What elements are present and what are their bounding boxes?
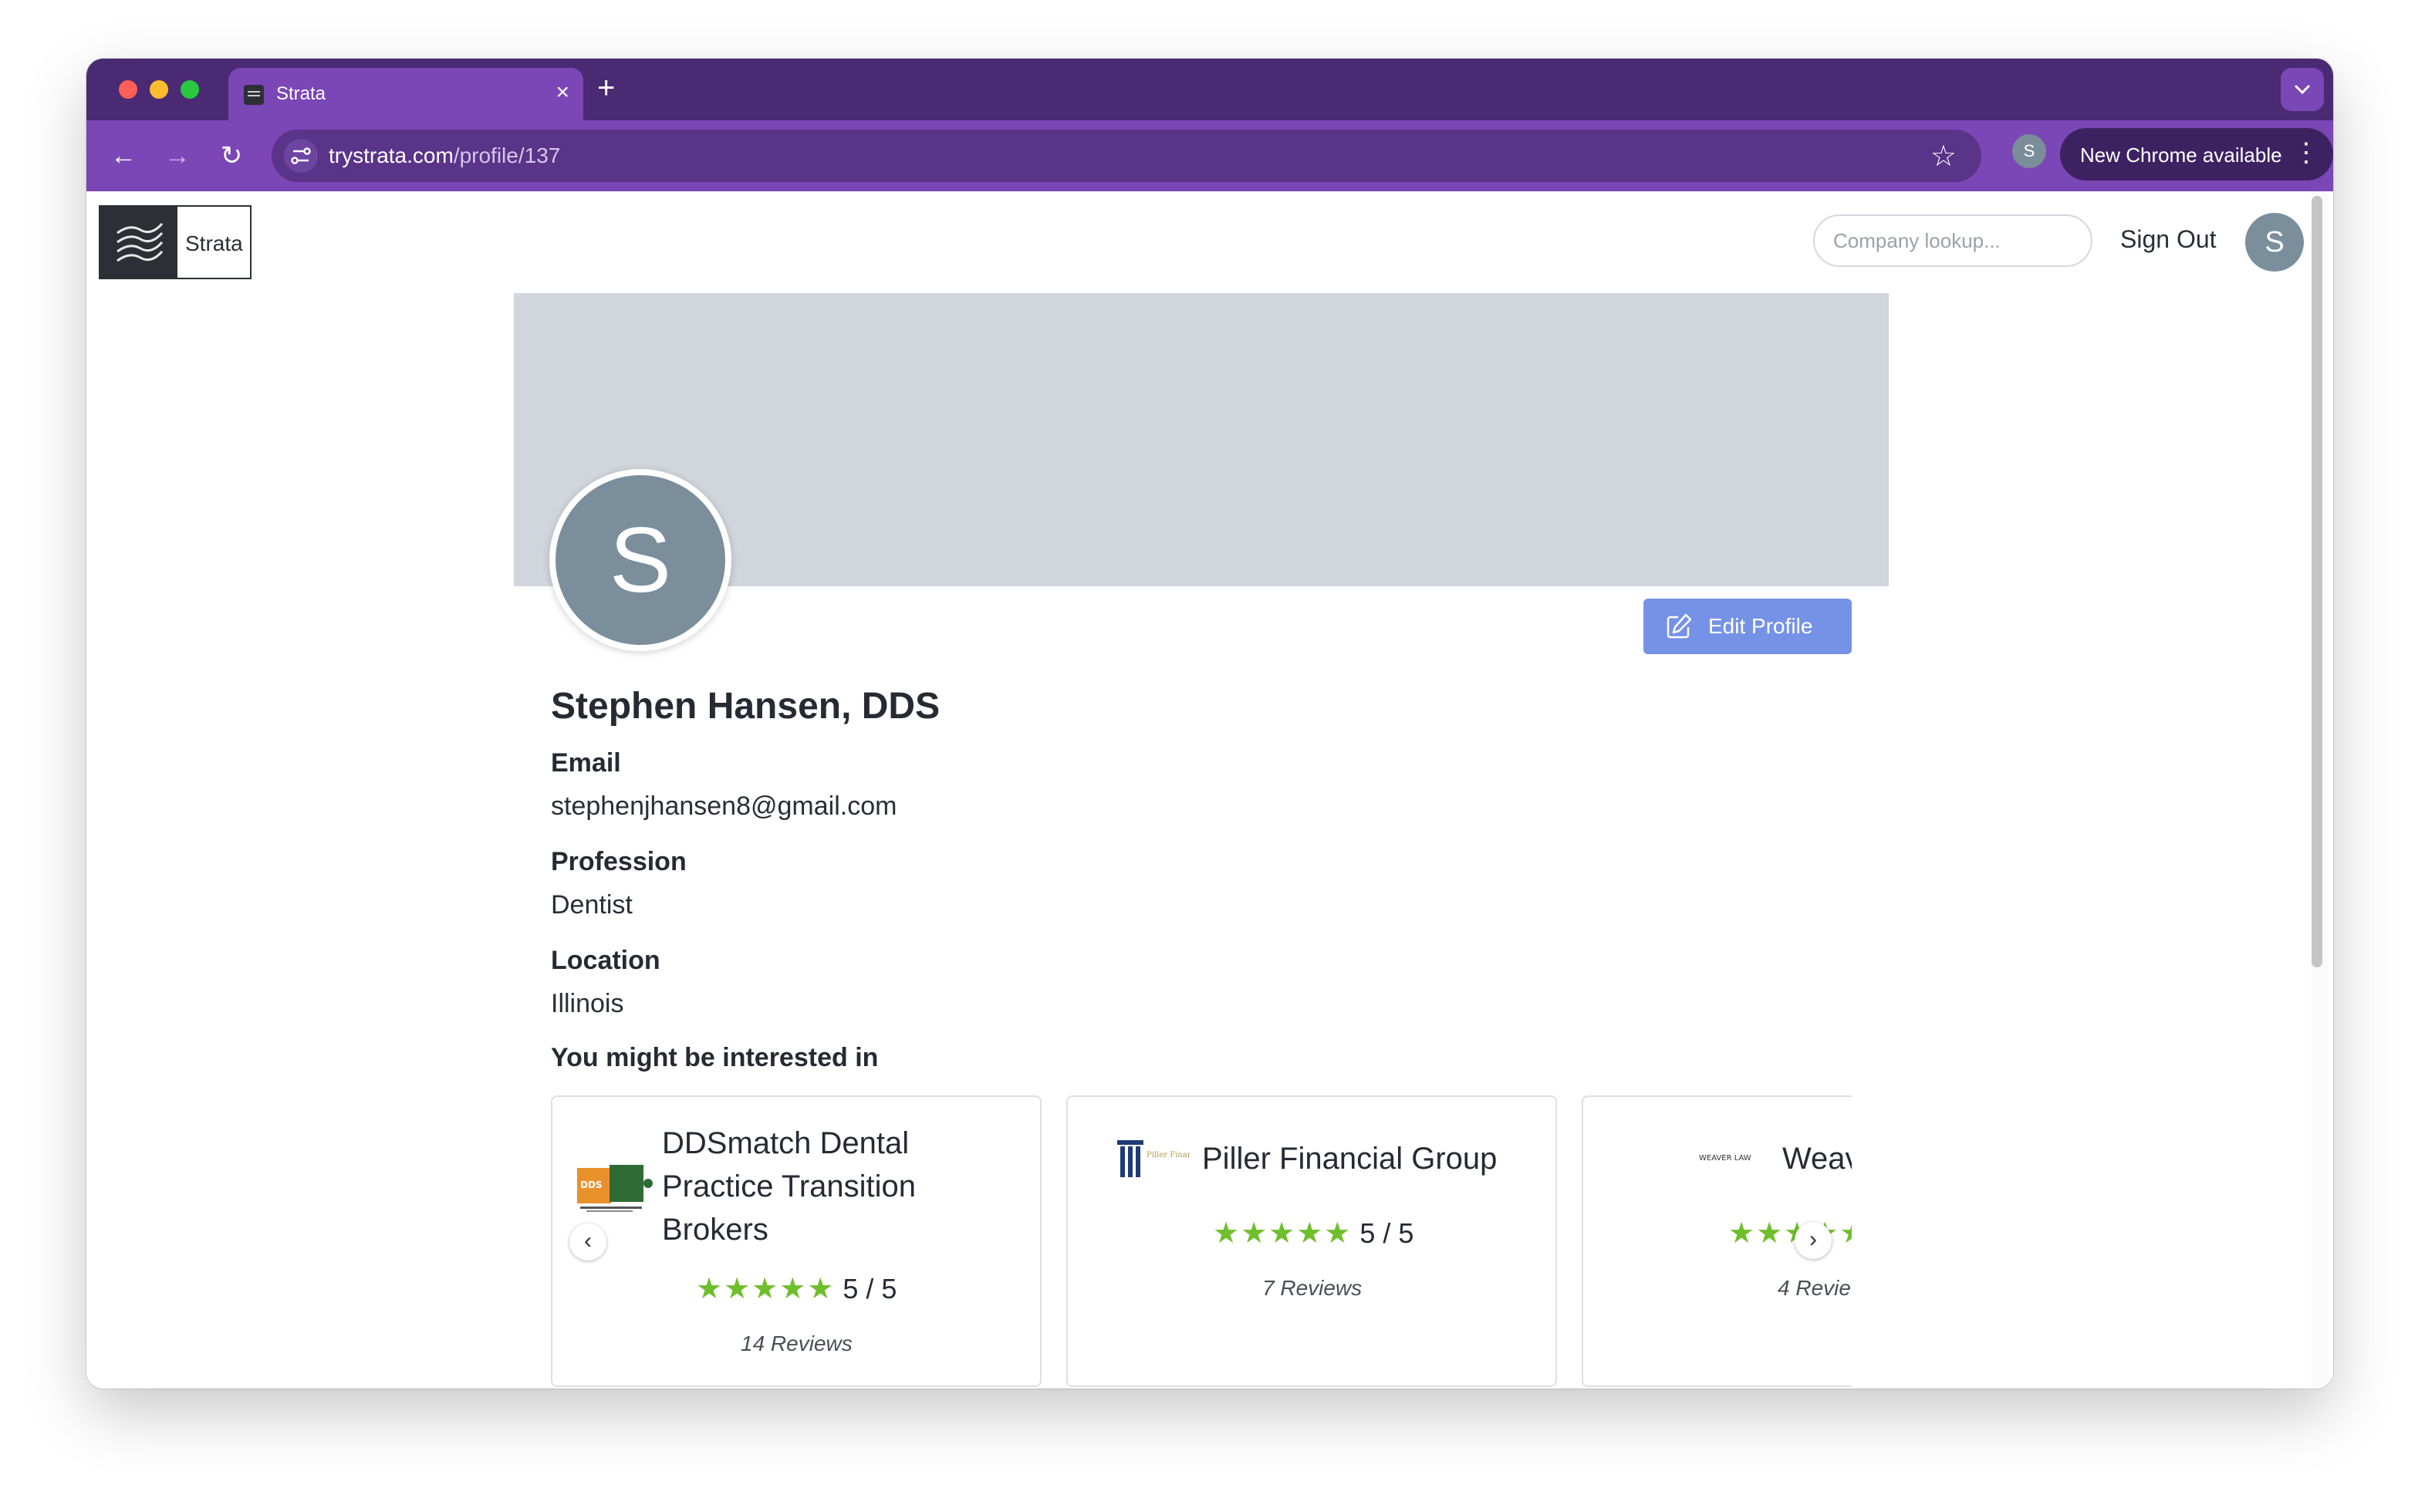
chrome-update-label: New Chrome available — [2080, 143, 2282, 167]
address-bar[interactable]: trystrata.com/profile/137 ☆ — [272, 130, 1981, 182]
piller-logo-icon: Piller Financial Group — [1117, 1140, 1190, 1177]
profile-avatar: S — [549, 469, 731, 651]
chevron-down-icon — [2295, 85, 2310, 95]
more-menu-icon[interactable]: ⋮ — [2293, 137, 2319, 168]
browser-profile-avatar[interactable]: S — [2012, 134, 2046, 168]
url-path: /profile/137 — [453, 143, 561, 167]
email-value: stephenjhansen8@gmail.com — [551, 791, 897, 821]
ddsmatch-logo-icon: DDS — [577, 1165, 653, 1212]
edit-icon — [1667, 613, 1692, 639]
company-card-weaver[interactable]: WEAVER LAW Weaver ★★★★★ 4 Reviews › — [1582, 1095, 1852, 1387]
site-info-icon[interactable] — [284, 139, 318, 173]
rating-value: 5 / 5 — [1359, 1217, 1414, 1249]
user-avatar[interactable]: S — [2245, 213, 2304, 272]
reload-icon[interactable]: ↻ — [216, 140, 247, 171]
edit-profile-label: Edit Profile — [1708, 614, 1813, 638]
logo-text: Strata — [185, 231, 243, 255]
page-content: Strata Sign Out S S Edit Profile Stephen… — [86, 191, 2333, 1389]
url-text: trystrata.com/profile/137 — [329, 143, 560, 168]
bookmark-star-icon[interactable]: ☆ — [1930, 139, 1957, 174]
edit-profile-button[interactable]: Edit Profile — [1643, 599, 1852, 654]
chrome-update-button[interactable]: New Chrome available ⋮ — [2060, 128, 2333, 181]
piller-logo-text: Piller Financial Group — [1147, 1151, 1190, 1159]
review-count: 14 Reviews — [741, 1331, 853, 1355]
email-label: Email — [551, 748, 621, 778]
star-rating-icon: ★★★★★ — [1213, 1217, 1353, 1250]
company-lookup-input[interactable] — [1813, 214, 2092, 267]
ddsmatch-logo-text: DDS — [580, 1180, 603, 1190]
profile-name: Stephen Hansen, DDS — [551, 686, 941, 727]
company-rating: ★★★★★ 5 / 5 — [696, 1271, 897, 1306]
forward-icon[interactable]: → — [162, 140, 193, 171]
company-card-ddsmatch[interactable]: DDS DDSmatch Dental Practice Transition … — [551, 1095, 1042, 1387]
browser-tab[interactable]: Strata × — [228, 68, 583, 120]
location-value: Illinois — [551, 989, 624, 1018]
sign-out-link[interactable]: Sign Out — [2120, 225, 2217, 254]
company-rating: ★★★★★ 5 / 5 — [1213, 1216, 1413, 1250]
company-rating: ★★★★★ — [1728, 1216, 1852, 1250]
browser-window: Strata × + ← → ↻ trystrata.com/profile/1… — [86, 59, 2333, 1389]
profession-value: Dentist — [551, 890, 633, 920]
recommendations-title: You might be interested in — [551, 1043, 879, 1072]
browser-toolbar: ← → ↻ trystrata.com/profile/137 ☆ S New … — [86, 120, 2333, 191]
recommendations-carousel: DDS DDSmatch Dental Practice Transition … — [551, 1095, 1852, 1389]
tab-title: Strata — [276, 83, 326, 104]
weaver-logo-icon: WEAVER LAW — [1699, 1154, 1751, 1163]
zoom-window-button[interactable] — [181, 80, 199, 99]
weaver-logo-text: WEAVER LAW — [1699, 1154, 1751, 1163]
location-label: Location — [551, 946, 660, 975]
minimize-window-button[interactable] — [150, 80, 168, 99]
review-count: 7 Reviews — [1262, 1276, 1363, 1300]
scrollbar[interactable] — [2312, 191, 2329, 1389]
new-tab-button[interactable]: + — [597, 73, 615, 103]
close-window-button[interactable] — [119, 80, 137, 99]
tab-strip: Strata × + — [86, 59, 2333, 120]
company-name: Weaver — [1782, 1142, 1852, 1176]
scrollbar-thumb[interactable] — [2312, 196, 2322, 967]
company-name: DDSmatch Dental Practice Transition Brok… — [662, 1126, 917, 1247]
carousel-next-button[interactable]: › — [1795, 1222, 1832, 1259]
strata-logo[interactable]: Strata — [99, 205, 252, 279]
company-card-piller[interactable]: Piller Financial Group Piller Financial … — [1066, 1095, 1557, 1387]
strata-waves-icon — [100, 207, 177, 278]
review-count: 4 Reviews — [1778, 1276, 1852, 1300]
profession-label: Profession — [551, 847, 687, 876]
carousel-prev-button[interactable]: ‹ — [569, 1223, 606, 1261]
url-domain: trystrata.com — [329, 143, 454, 167]
rating-value: 5 / 5 — [843, 1273, 897, 1304]
company-name: Piller Financial Group — [1202, 1142, 1498, 1176]
tab-close-icon[interactable]: × — [556, 79, 569, 106]
tab-search-button[interactable] — [2281, 68, 2324, 111]
star-rating-icon: ★★★★★ — [1728, 1217, 1852, 1250]
strata-favicon-icon — [244, 85, 264, 105]
back-icon[interactable]: ← — [108, 140, 139, 171]
star-rating-icon: ★★★★★ — [696, 1273, 836, 1305]
